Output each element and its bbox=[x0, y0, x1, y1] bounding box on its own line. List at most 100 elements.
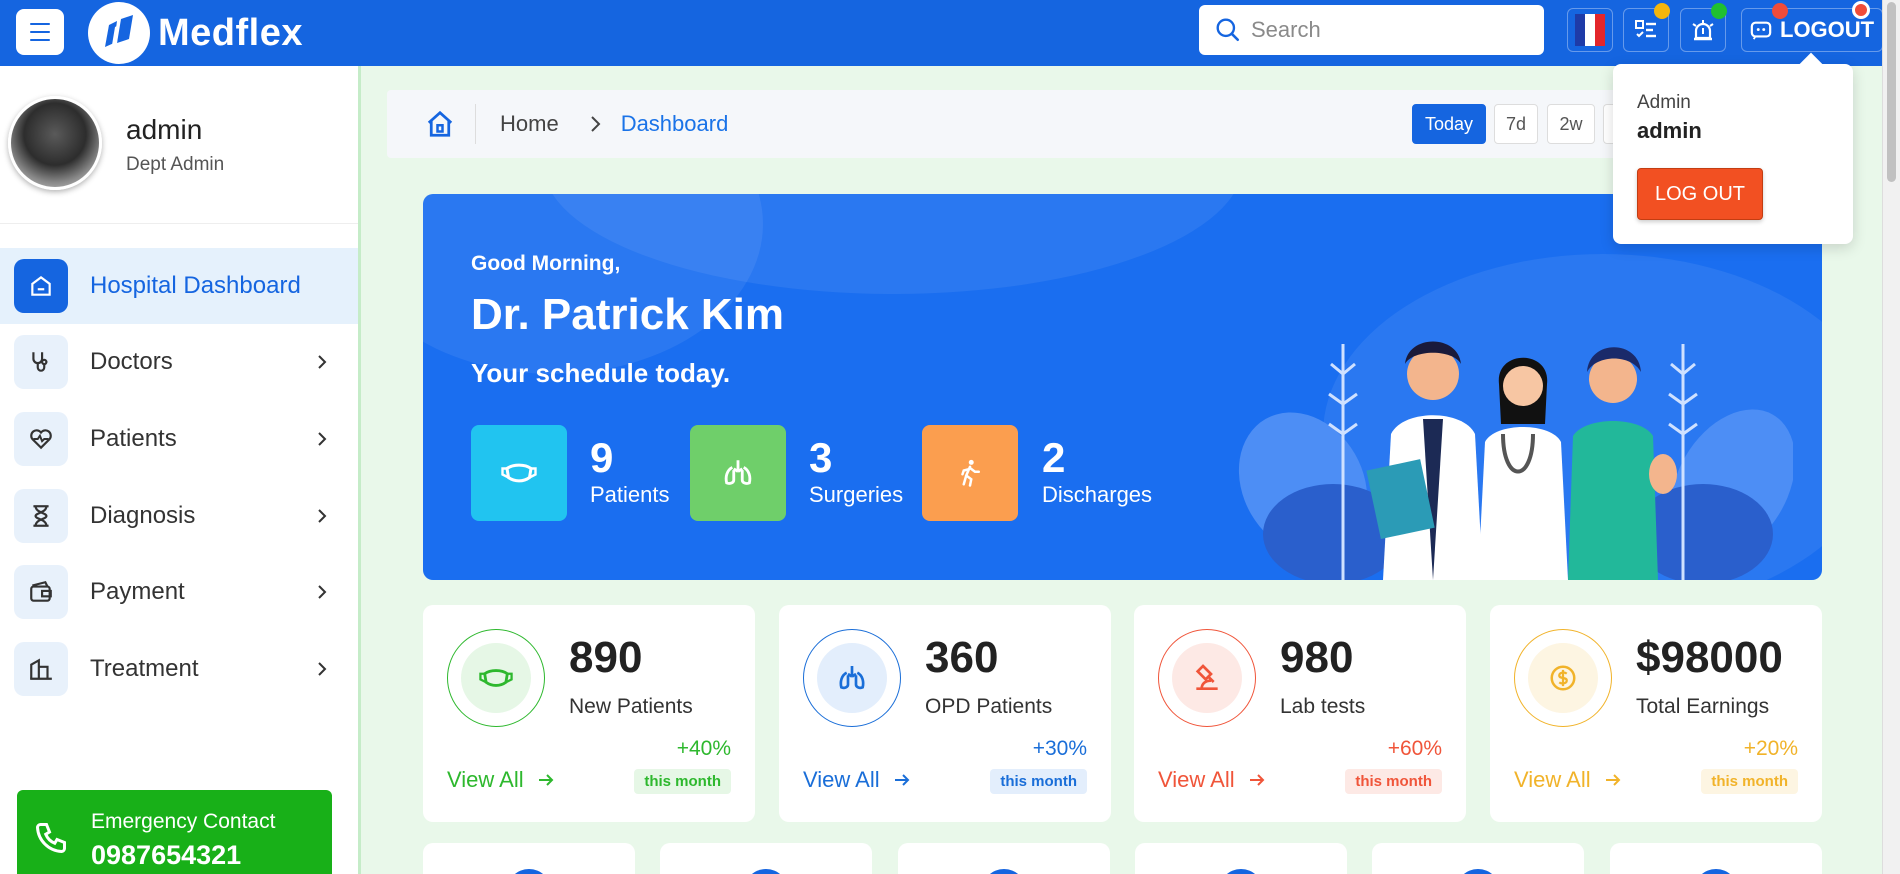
patients-count: 9 bbox=[590, 434, 614, 481]
user-dropdown-menu: Admin admin LOG OUT bbox=[1613, 64, 1853, 244]
card-change: +60% bbox=[1387, 737, 1442, 760]
breadcrumb-home-link[interactable]: Home bbox=[500, 111, 559, 137]
stethoscope-icon bbox=[14, 335, 68, 389]
card-value: $98000 bbox=[1636, 633, 1783, 682]
card-change: +20% bbox=[1743, 737, 1798, 760]
alarm-button[interactable] bbox=[1680, 3, 1727, 52]
card-period-badge: this month bbox=[634, 769, 731, 794]
summary-card bbox=[1372, 843, 1584, 874]
card-change: +40% bbox=[676, 737, 731, 760]
notification-dot bbox=[1852, 1, 1871, 19]
chevron-right-icon bbox=[590, 116, 601, 132]
search-box[interactable] bbox=[1199, 5, 1544, 55]
home-icon bbox=[427, 110, 453, 137]
sidebar-item-payment[interactable]: Payment bbox=[0, 554, 358, 630]
range-2w-button[interactable]: 2w bbox=[1547, 104, 1595, 144]
sidebar-item-label: Doctors bbox=[90, 348, 173, 375]
surgeries-label: Surgeries bbox=[809, 482, 904, 507]
card-change: +30% bbox=[1032, 737, 1087, 760]
language-button[interactable] bbox=[1567, 8, 1613, 52]
logo-icon bbox=[88, 2, 150, 64]
patients-label: Patients bbox=[590, 482, 670, 507]
summary-card bbox=[898, 843, 1110, 874]
view-all-label: View All bbox=[1158, 767, 1235, 792]
patients-stat-icon bbox=[471, 425, 567, 521]
wallet-icon bbox=[14, 565, 68, 619]
surgeries-count: 3 bbox=[809, 434, 833, 481]
notification-dot bbox=[1654, 3, 1670, 19]
notification-dot bbox=[1711, 3, 1727, 19]
top-bar: Medflex LOGOUT bbox=[0, 0, 1884, 66]
logout-top-button[interactable]: LOGOUT bbox=[1741, 1, 1884, 52]
app-logo[interactable]: Medflex bbox=[88, 2, 303, 64]
dropdown-role: Admin bbox=[1637, 92, 1691, 113]
sidebar-item-diagnosis[interactable]: Diagnosis bbox=[0, 478, 358, 554]
logout-top-label: LOGOUT bbox=[1780, 17, 1875, 42]
search-icon bbox=[1216, 18, 1240, 42]
sidebar-item-label: Payment bbox=[90, 578, 185, 605]
sidebar-item-treatment[interactable]: Treatment bbox=[0, 631, 358, 707]
chevron-right-icon bbox=[318, 509, 327, 523]
card-icon bbox=[1456, 869, 1500, 874]
card-icon bbox=[982, 869, 1026, 874]
profile-name: admin bbox=[126, 114, 203, 145]
card-icon bbox=[744, 869, 788, 874]
chat-icon bbox=[1750, 21, 1772, 40]
card-icon-ring bbox=[1514, 629, 1612, 727]
app-name: Medflex bbox=[158, 11, 303, 54]
view-all-link[interactable]: View All bbox=[447, 767, 554, 793]
sidebar-item-label: Diagnosis bbox=[90, 502, 196, 529]
view-all-link[interactable]: View All bbox=[803, 767, 910, 793]
sidebar-item-label: Treatment bbox=[90, 655, 199, 682]
tasks-button[interactable] bbox=[1623, 3, 1670, 52]
avatar[interactable] bbox=[8, 96, 102, 190]
search-input[interactable] bbox=[1251, 17, 1521, 43]
view-all-link[interactable]: View All bbox=[1514, 767, 1621, 793]
card-icon-ring bbox=[1158, 629, 1256, 727]
sidebar-item-label: Patients bbox=[90, 425, 177, 452]
card-label: Total Earnings bbox=[1636, 695, 1770, 718]
breadcrumb-home-button[interactable] bbox=[425, 104, 476, 144]
hamburger-icon bbox=[30, 20, 50, 44]
sidebar-item-doctors[interactable]: Doctors bbox=[0, 324, 358, 400]
emergency-contact[interactable]: Emergency Contact 0987654321 bbox=[17, 790, 332, 874]
profile-role: Dept Admin bbox=[126, 154, 225, 175]
surgeries-stat-icon bbox=[690, 425, 786, 521]
card-icon bbox=[1219, 869, 1263, 874]
heart-pulse-icon bbox=[14, 412, 68, 466]
page-scrollbar[interactable] bbox=[1882, 0, 1900, 874]
menu-toggle-button[interactable] bbox=[16, 9, 64, 55]
card-value: 890 bbox=[569, 633, 643, 682]
arrow-right-icon bbox=[894, 774, 910, 786]
doctor-name: Dr. Patrick Kim bbox=[471, 290, 785, 339]
dropdown-username: admin bbox=[1637, 118, 1702, 143]
range-7d-button[interactable]: 7d bbox=[1494, 104, 1538, 144]
scrollbar-thumb[interactable] bbox=[1887, 2, 1896, 182]
chevron-right-icon bbox=[318, 432, 327, 446]
arrow-right-icon bbox=[538, 774, 554, 786]
schedule-subtitle: Your schedule today. bbox=[471, 358, 731, 388]
sidebar-item-hospital-dashboard[interactable]: Hospital Dashboard bbox=[0, 248, 358, 324]
view-all-link[interactable]: View All bbox=[1158, 767, 1265, 793]
phone-icon bbox=[35, 823, 66, 854]
summary-card bbox=[423, 843, 635, 874]
mask-icon bbox=[461, 643, 531, 713]
range-today-button[interactable]: Today bbox=[1412, 104, 1486, 144]
breadcrumb: Home Dashboard Today 7d 2w bbox=[387, 90, 1687, 158]
sidebar-item-patients[interactable]: Patients bbox=[0, 401, 358, 477]
sidebar-item-label: Hospital Dashboard bbox=[90, 272, 301, 299]
card-period-badge: this month bbox=[1345, 769, 1442, 794]
card-label: Lab tests bbox=[1280, 695, 1366, 718]
hourglass-icon bbox=[14, 489, 68, 543]
breadcrumb-current: Dashboard bbox=[620, 111, 729, 136]
view-all-label: View All bbox=[803, 767, 880, 792]
summary-card bbox=[1610, 843, 1822, 874]
discharges-stat-icon bbox=[922, 425, 1018, 521]
card-label: OPD Patients bbox=[925, 695, 1053, 718]
logout-button[interactable]: LOG OUT bbox=[1637, 168, 1763, 220]
coin-icon bbox=[1528, 643, 1598, 713]
chevron-right-icon bbox=[318, 355, 327, 369]
alarm-icon bbox=[1692, 20, 1714, 41]
opd-patients-card: 360 OPD Patients +30% this month View Al… bbox=[779, 605, 1111, 822]
profile-panel: admin Dept Admin bbox=[0, 66, 358, 224]
